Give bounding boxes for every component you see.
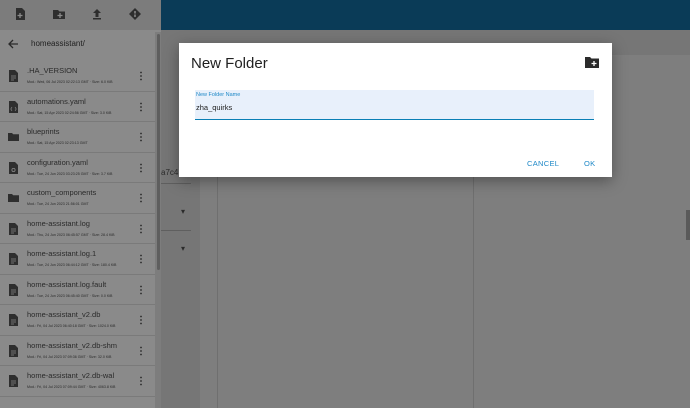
list-item[interactable]: home-assistant.log Mod.: Thu, 24 Jun 202… xyxy=(0,214,155,244)
upload-icon[interactable] xyxy=(90,7,104,21)
new-file-icon[interactable] xyxy=(13,7,27,21)
list-item[interactable]: home-assistant.log.1 Mod.: Tue, 24 Jun 2… xyxy=(0,244,155,275)
folder-icon xyxy=(8,131,19,143)
dropdown-caret-icon: ▾ xyxy=(181,207,186,216)
more-options-icon[interactable] xyxy=(139,101,143,113)
file-icon xyxy=(8,283,19,296)
new-folder-icon xyxy=(585,56,599,68)
list-item[interactable]: home-assistant_v2.db-wal Mod.: Fri, 04 J… xyxy=(0,366,155,397)
file-cog-icon xyxy=(8,161,19,174)
new-folder-icon[interactable] xyxy=(52,7,66,21)
file-icon xyxy=(8,375,19,387)
file-name: home-assistant_v2.db xyxy=(27,310,101,319)
file-meta: Mod.: Tue, 24 Jun 2023 06:45:40 GMT · Si… xyxy=(27,293,113,298)
list-item[interactable]: .HA_VERSION Mod.: Wed, 06 Jul 2023 02:22… xyxy=(0,61,155,92)
more-options-icon[interactable] xyxy=(139,253,143,265)
file-name: home-assistant.log xyxy=(27,218,90,228)
list-item[interactable]: custom_components Mod.: Tue, 24 Jun 2023… xyxy=(0,183,155,214)
current-path: homeassistant/ xyxy=(31,39,85,48)
more-options-icon[interactable] xyxy=(139,131,143,143)
file-icon xyxy=(8,70,19,82)
file-meta: Mod.: Tue, 24 Jun 2023 21:56:01 GMT xyxy=(27,202,89,206)
dropdown-caret-icon: ▾ xyxy=(181,244,186,253)
file-meta: Mod.: Sat, 15 Apr 2023 02:24:56 GMT · Si… xyxy=(27,110,112,115)
more-options-icon[interactable] xyxy=(139,70,143,82)
file-icon xyxy=(8,314,19,326)
file-meta: Mod.: Fri, 04 Jul 2023 07:09:44 GMT · Si… xyxy=(27,385,116,389)
file-name: home-assistant_v2.db-wal xyxy=(27,371,115,380)
new-folder-dialog: New Folder New Folder Name zha_quirks CA… xyxy=(179,43,612,177)
file-meta: Mod.: Tue, 24 Jun 2023 03:23:25 GMT · Si… xyxy=(27,171,113,176)
file-code-icon xyxy=(8,100,19,113)
file-meta: Mod.: Tue, 24 Jun 2023 06:44:12 GMT · Si… xyxy=(27,263,117,267)
file-meta: Mod.: Fri, 04 Jul 2023 06:40:18 GMT · Si… xyxy=(27,324,116,328)
list-item[interactable]: home-assistant_v2.db-shm Mod.: Fri, 04 J… xyxy=(0,336,155,366)
more-options-icon[interactable] xyxy=(139,345,143,357)
file-icon xyxy=(8,253,19,265)
list-item[interactable]: automations.yaml Mod.: Sat, 15 Apr 2023 … xyxy=(0,92,155,122)
file-list: .HA_VERSION Mod.: Wed, 06 Jul 2023 02:22… xyxy=(0,61,155,397)
file-meta: Mod.: Wed, 06 Jul 2023 02:22:13 GMT · Si… xyxy=(27,80,113,84)
file-meta: Mod.: Sat, 15 Apr 2023 02:23:13 GMT xyxy=(27,141,88,145)
file-meta: Mod.: Thu, 24 Jun 2023 06:45:57 GMT · Si… xyxy=(27,232,115,237)
more-options-icon[interactable] xyxy=(139,284,143,296)
file-name: configuration.yaml xyxy=(27,157,88,167)
dialog-title: New Folder xyxy=(191,55,268,72)
back-arrow-icon[interactable] xyxy=(7,38,19,50)
folder-name-field[interactable]: New Folder Name zha_quirks xyxy=(195,90,594,120)
folder-name-label: New Folder Name xyxy=(196,92,241,98)
file-name: home-assistant_v2.db-shm xyxy=(27,340,118,350)
list-item[interactable]: home-assistant_v2.db Mod.: Fri, 04 Jul 2… xyxy=(0,305,155,336)
git-icon[interactable] xyxy=(128,7,142,21)
file-name: custom_components xyxy=(27,188,97,197)
file-icon xyxy=(8,222,19,235)
file-name: home-assistant.log.1 xyxy=(27,249,97,258)
more-options-icon[interactable] xyxy=(139,314,143,326)
folder-name-input[interactable]: zha_quirks xyxy=(196,103,232,112)
file-name: automations.yaml xyxy=(27,96,86,106)
more-options-icon[interactable] xyxy=(139,223,143,235)
file-meta: Mod.: Fri, 04 Jul 2023 07:09:36 GMT · Si… xyxy=(27,354,112,359)
file-browser: homeassistant/ .HA_VERSION Mod.: Wed, 06… xyxy=(0,0,161,408)
list-item[interactable]: home-assistant.log.fault Mod.: Tue, 24 J… xyxy=(0,275,155,305)
breadcrumb: homeassistant/ xyxy=(0,31,161,57)
file-name: .HA_VERSION xyxy=(27,66,78,75)
file-icon xyxy=(8,344,19,357)
panel-scroll-handle xyxy=(686,210,690,240)
ok-button[interactable]: OK xyxy=(584,159,595,168)
background-label: a7c4 xyxy=(161,168,179,177)
list-item[interactable]: configuration.yaml Mod.: Tue, 24 Jun 202… xyxy=(0,153,155,183)
list-item[interactable]: blueprints Mod.: Sat, 15 Apr 2023 02:23:… xyxy=(0,122,155,153)
file-toolbar xyxy=(0,0,161,30)
background-divider xyxy=(161,230,191,231)
more-options-icon[interactable] xyxy=(139,162,143,174)
file-name: home-assistant.log.fault xyxy=(27,279,107,289)
folder-icon xyxy=(8,192,19,204)
more-options-icon[interactable] xyxy=(139,192,143,204)
scrollbar-thumb[interactable] xyxy=(157,34,160,270)
file-name: blueprints xyxy=(27,127,60,136)
more-options-icon[interactable] xyxy=(139,375,143,387)
cancel-button[interactable]: CANCEL xyxy=(527,159,559,168)
background-divider xyxy=(161,183,191,184)
